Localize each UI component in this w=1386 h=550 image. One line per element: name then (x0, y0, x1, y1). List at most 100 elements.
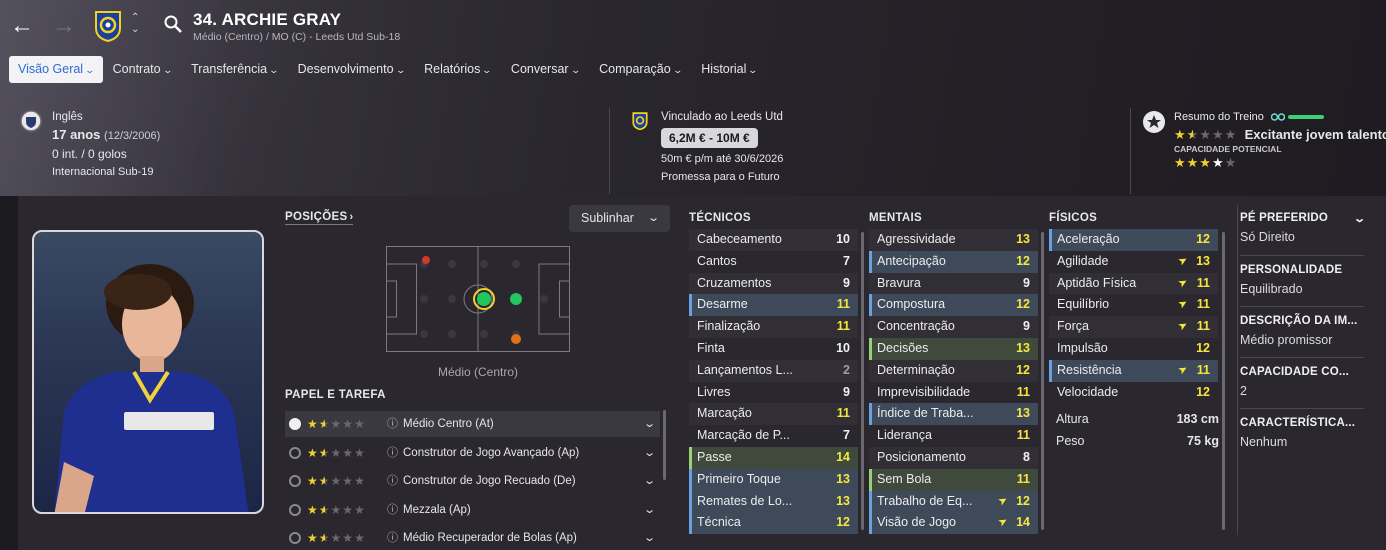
attribute-row[interactable]: Visão de Jogo ➤ 14 (869, 512, 1038, 535)
media-description-value: Médio promissor (1240, 333, 1333, 347)
attributes-scrollbar[interactable] (861, 232, 864, 530)
role-row[interactable]: ★★★★★ ⓘ Mezzala (Ap) ⌄ (285, 497, 660, 523)
attribute-name: Marcação de P... (697, 428, 790, 443)
attributes-scrollbar[interactable] (1041, 232, 1044, 530)
attribute-row[interactable]: Concentração 9 (869, 316, 1038, 338)
attribute-value: 13 (836, 471, 850, 486)
trend-arrow-icon: ➤ (1175, 253, 1190, 269)
attribute-value: 14 (836, 449, 850, 464)
attribute-value: 2 (843, 362, 850, 377)
attribute-row[interactable]: Posicionamento 8 (869, 446, 1038, 469)
attribute-row[interactable]: Finta 10 (689, 338, 858, 360)
attribute-value: 12 (1016, 253, 1030, 268)
info-icon[interactable]: ⓘ (387, 440, 398, 466)
role-rating-stars: ★★★★★ (307, 502, 366, 517)
attribute-row[interactable]: Finalização 11 (689, 316, 858, 338)
attribute-row[interactable]: Aptidão Física ➤ 11 (1049, 272, 1218, 295)
attribute-row[interactable]: Índice de Traba... 13 (869, 403, 1038, 426)
attribute-name: Posicionamento (877, 449, 966, 464)
attribute-row[interactable]: Compostura 12 (869, 294, 1038, 317)
attribute-row[interactable]: Resistência ➤ 11 (1049, 359, 1218, 382)
physique-info: Altura 183 cm Peso 75 kg (1056, 408, 1222, 452)
trend-arrow-icon: ➤ (1175, 275, 1190, 291)
role-row[interactable]: ★★★★★ ⓘ Construtor de Jogo Avançado (Ap) ⌄ (285, 440, 660, 466)
attribute-value: 11 (836, 406, 850, 421)
attribute-row[interactable]: Passe 14 (689, 446, 858, 469)
role-radio[interactable] (289, 418, 301, 430)
chevron-down-icon[interactable]: ⌄ (643, 497, 656, 523)
attribute-name: Bravura (877, 275, 921, 290)
role-radio[interactable] (289, 503, 301, 516)
attribute-row[interactable]: Desarme 11 (689, 294, 858, 317)
divider (1240, 255, 1364, 256)
attribute-name: Finta (697, 340, 725, 355)
attribute-name: Remates de Lo... (697, 493, 793, 508)
role-radio[interactable] (289, 532, 301, 545)
attribute-row[interactable]: Bravura 9 (869, 272, 1038, 295)
attribute-row[interactable]: Marcação 11 (689, 403, 858, 426)
media-description-label: DESCRIÇÃO DA IM... (1240, 315, 1358, 327)
attribute-name: Técnica (697, 515, 741, 530)
role-row[interactable]: ★★★★★ ⓘ Médio Centro (At) ⌄ (285, 411, 660, 437)
info-icon[interactable]: ⓘ (387, 411, 398, 437)
chevron-down-icon[interactable]: ⌄ (643, 468, 656, 494)
attribute-row[interactable]: Lançamentos L... 2 (689, 359, 858, 382)
attribute-row[interactable]: Cruzamentos 9 (689, 272, 858, 295)
attribute-name: Equilíbrio (1057, 297, 1110, 312)
attribute-row[interactable]: Agilidade ➤ 13 (1049, 251, 1218, 273)
attribute-value: 9 (843, 384, 850, 399)
trend-arrow-icon: ➤ (995, 493, 1010, 509)
attribute-row[interactable]: Remates de Lo... 13 (689, 490, 858, 513)
attribute-row[interactable]: Sem Bola 11 (869, 468, 1038, 491)
attribute-value: 11 (836, 319, 850, 334)
info-icon[interactable]: ⓘ (387, 468, 398, 494)
attribute-row[interactable]: Técnica 12 (689, 512, 858, 535)
roles-scrollbar[interactable] (663, 410, 666, 480)
attribute-row[interactable]: Determinação 12 (869, 359, 1038, 382)
chevron-down-icon[interactable]: ⌄ (643, 411, 656, 437)
attribute-row[interactable]: Decisões 13 (869, 337, 1038, 360)
traits-value: Nenhum (1240, 435, 1288, 449)
info-icon[interactable]: ⓘ (387, 497, 398, 523)
preferred-foot-value: Só Direito (1240, 230, 1295, 244)
attribute-row[interactable]: Impulsão 12 (1049, 338, 1218, 360)
attribute-row[interactable]: Aceleração 12 (1049, 229, 1218, 251)
attribute-row[interactable]: Marcação de P... 7 (689, 425, 858, 447)
info-icon[interactable]: ⓘ (387, 525, 398, 548)
attribute-row[interactable]: Cantos 7 (689, 251, 858, 273)
height-value: 183 cm (1176, 412, 1219, 426)
attribute-row[interactable]: Primeiro Toque 13 (689, 468, 858, 491)
attribute-value: 13 (1196, 253, 1210, 268)
attribute-name: Índice de Traba... (877, 406, 974, 421)
attribute-row[interactable]: Liderança 11 (869, 425, 1038, 447)
attribute-name: Decisões (877, 340, 929, 355)
attribute-row[interactable]: Força ➤ 11 (1049, 316, 1218, 338)
chevron-down-icon[interactable]: ⌄ (643, 525, 656, 548)
attribute-row[interactable]: Trabalho de Eq... ➤ 12 (869, 490, 1038, 513)
attribute-row[interactable]: Antecipação 12 (869, 250, 1038, 273)
attributes-scrollbar[interactable] (1222, 232, 1225, 530)
attribute-row[interactable]: Imprevisibilidade 11 (869, 382, 1038, 404)
attribute-row[interactable]: Livres 9 (689, 382, 858, 404)
attribute-name: Aceleração (1057, 232, 1120, 246)
chevron-down-icon[interactable]: ⌄ (643, 440, 656, 466)
attribute-row[interactable]: Cabeceamento 10 (689, 229, 858, 251)
role-radio[interactable] (289, 475, 301, 488)
role-row[interactable]: ★★★★★ ⓘ Construtor de Jogo Recuado (De) ⌄ (285, 468, 660, 494)
trend-arrow-icon: ➤ (1175, 362, 1190, 378)
attribute-row[interactable]: Equilíbrio ➤ 11 (1049, 294, 1218, 316)
attribute-name: Sem Bola (877, 471, 932, 486)
role-radio[interactable] (289, 446, 301, 459)
attribute-row[interactable]: Agressividade 13 (869, 229, 1038, 251)
attribute-value: 11 (1196, 297, 1210, 312)
attribute-row[interactable]: Velocidade 12 (1049, 382, 1218, 404)
trend-arrow-icon: ➤ (995, 514, 1010, 530)
chevron-down-icon[interactable]: ⌄ (1353, 212, 1366, 225)
role-row[interactable]: ★★★★★ ⓘ Médio Recuperador de Bolas (Ap) ⌄ (285, 525, 660, 548)
preferred-foot-label: PÉ PREFERIDO (1240, 212, 1329, 224)
attribute-value: 11 (1016, 428, 1030, 443)
attribute-name: Antecipação (877, 253, 946, 268)
attribute-value: 9 (1023, 275, 1030, 290)
attribute-name: Trabalho de Eq... (877, 493, 973, 508)
physical-attributes: Aceleração 12 Agilidade ➤ 13 Aptidão Física ➤ 1… (1049, 229, 1218, 403)
